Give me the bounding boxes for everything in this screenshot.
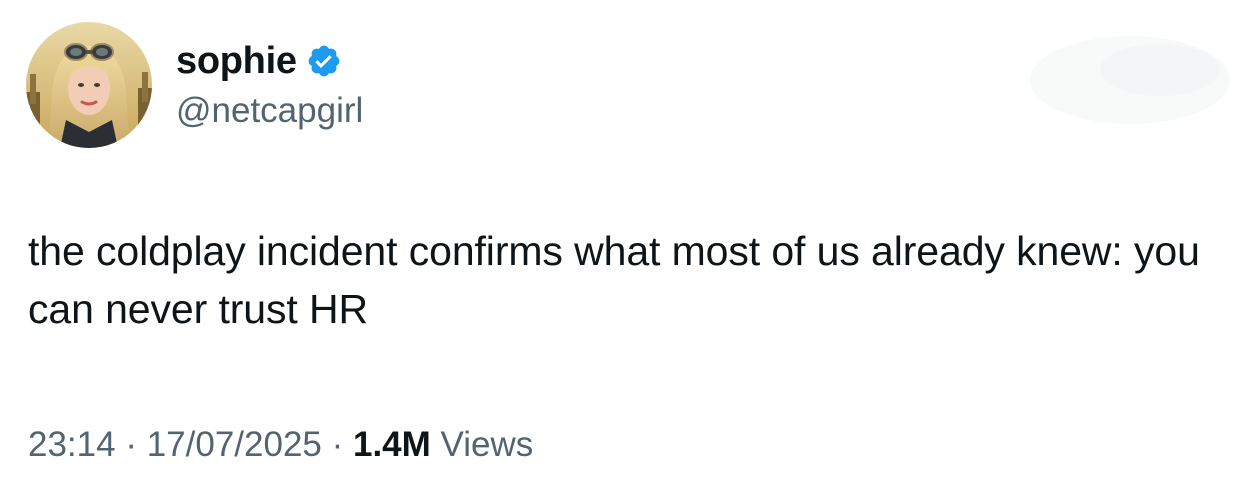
- views-count[interactable]: 1.4M: [353, 425, 431, 464]
- avatar[interactable]: [26, 22, 152, 148]
- verified-badge-icon[interactable]: [306, 43, 342, 79]
- tweet-time[interactable]: 23:14: [28, 425, 116, 464]
- meta-separator: ·: [115, 425, 147, 464]
- faded-watermark: [1020, 20, 1234, 140]
- display-name[interactable]: sophie: [176, 36, 297, 86]
- tweet-date[interactable]: 17/07/2025: [147, 425, 322, 464]
- tweet-text: the coldplay incident confirms what most…: [28, 228, 1200, 332]
- author-name-row: sophie: [176, 36, 342, 86]
- meta-separator: ·: [321, 425, 353, 464]
- author-handle[interactable]: @netcapgirl: [176, 88, 363, 134]
- tweet-card: sophie @netcapgirl the coldplay incident…: [0, 0, 1234, 501]
- avatar-image: [26, 22, 152, 148]
- tweet-meta: 23:14 · 17/07/2025 · 1.4M Views: [28, 422, 533, 468]
- views-label: Views: [430, 425, 534, 464]
